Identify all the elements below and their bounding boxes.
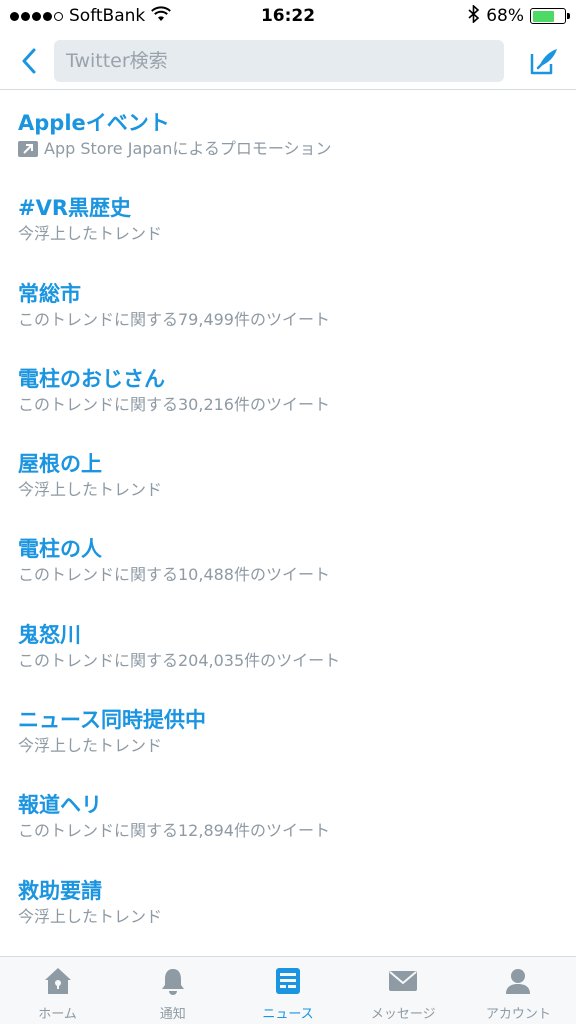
- compose-icon: [530, 48, 557, 74]
- trend-item[interactable]: #VR黒歴史今浮上したトレンド: [0, 176, 576, 261]
- tab-label: ニュース: [262, 1007, 314, 1022]
- battery-fill: [532, 10, 554, 22]
- tab-envelope[interactable]: メッセージ: [346, 957, 461, 1024]
- promoted-label: App Store Japanによるプロモーション: [18, 138, 558, 160]
- tab-label: メッセージ: [370, 1007, 436, 1022]
- trend-title: 救助要請: [18, 878, 102, 903]
- trend-item[interactable]: 救助要請今浮上したトレンド: [0, 859, 576, 944]
- trend-item[interactable]: 屋根の上今浮上したトレンド: [0, 432, 576, 517]
- carrier-label: SoftBank: [69, 6, 146, 26]
- trend-subtitle-text: 今浮上したトレンド: [18, 736, 163, 756]
- signal-strength-icon: [10, 11, 63, 21]
- news-icon: [271, 965, 305, 997]
- tab-news[interactable]: ニュース: [230, 957, 345, 1024]
- trend-subtitle: 今浮上したトレンド: [18, 479, 558, 501]
- trend-item[interactable]: 常総市このトレンドに関する79,499件のツイート: [0, 262, 576, 347]
- trend-subtitle-text: App Store Japanによるプロモーション: [44, 139, 332, 158]
- trend-title: ニュース同時提供中: [18, 708, 206, 733]
- envelope-icon: [386, 965, 420, 997]
- tab-bell[interactable]: 通知: [115, 957, 230, 1024]
- trend-title: 鬼怒川: [18, 622, 81, 647]
- trend-subtitle: このトレンドに関する79,499件のツイート: [18, 309, 558, 331]
- trend-item[interactable]: 報道ヘリこのトレンドに関する12,894件のツイート: [0, 773, 576, 858]
- trend-list: Appleイベント App Store Japanによるプロモーション #VR黒歴史…: [0, 91, 576, 944]
- trend-item[interactable]: 電柱のおじさんこのトレンドに関する30,216件のツイート: [0, 347, 576, 432]
- status-bar: SoftBank 16:22 68%: [0, 0, 576, 32]
- trend-title: 電柱の人: [18, 537, 102, 562]
- compose-tweet-button[interactable]: [524, 41, 564, 81]
- trend-title: 常総市: [18, 281, 81, 306]
- trend-subtitle-text: このトレンドに関する10,488件のツイート: [18, 565, 330, 585]
- tab-home[interactable]: ホーム: [0, 957, 115, 1024]
- back-button[interactable]: [12, 41, 46, 81]
- trend-subtitle-text: このトレンドに関する204,035件のツイート: [18, 650, 341, 670]
- tab-bar: ホーム 通知 ニュース メッセージ アカウント: [0, 956, 576, 1024]
- home-icon: [41, 965, 75, 997]
- tab-label: アカウント: [485, 1007, 551, 1022]
- status-right: 68%: [468, 3, 570, 28]
- trend-subtitle: 今浮上したトレンド: [18, 906, 558, 928]
- trend-subtitle: このトレンドに関する10,488件のツイート: [18, 564, 558, 586]
- trend-subtitle-text: このトレンドに関する30,216件のツイート: [18, 394, 330, 414]
- bluetooth-icon: [468, 3, 480, 28]
- trend-title: 屋根の上: [18, 452, 102, 477]
- wifi-icon: [151, 5, 172, 27]
- trend-title: 報道ヘリ: [18, 793, 102, 818]
- trend-item[interactable]: ニュース同時提供中今浮上したトレンド: [0, 688, 576, 773]
- trend-subtitle-text: 今浮上したトレンド: [18, 906, 163, 926]
- screen: SoftBank 16:22 68% Twitter検索 Appleイベント A…: [0, 0, 576, 1024]
- trend-subtitle-text: 今浮上したトレンド: [18, 224, 163, 244]
- tab-label: 通知: [159, 1007, 186, 1022]
- trend-title: #VR黒歴史: [18, 196, 132, 221]
- trend-subtitle: 今浮上したトレンド: [18, 735, 558, 757]
- trend-subtitle: このトレンドに関する204,035件のツイート: [18, 650, 558, 672]
- trend-subtitle-text: 今浮上したトレンド: [18, 480, 163, 500]
- trend-item[interactable]: 鬼怒川このトレンドに関する204,035件のツイート: [0, 603, 576, 688]
- chevron-left-icon: [22, 48, 36, 73]
- trend-subtitle-text: このトレンドに関する79,499件のツイート: [18, 309, 330, 329]
- promoted-icon: [18, 141, 38, 157]
- trend-subtitle: このトレンドに関する12,894件のツイート: [18, 820, 558, 842]
- battery-icon: [530, 8, 570, 24]
- status-left: SoftBank: [10, 5, 172, 27]
- battery-percent: 68%: [486, 6, 524, 26]
- nav-bar: [0, 32, 576, 90]
- trend-subtitle: このトレンドに関する30,216件のツイート: [18, 394, 558, 416]
- tab-label: ホーム: [38, 1007, 77, 1022]
- trend-title: 電柱のおじさん: [18, 366, 165, 391]
- trend-title: Appleイベント: [18, 111, 170, 135]
- search-input[interactable]: [54, 39, 504, 82]
- bell-icon: [156, 965, 190, 997]
- trend-subtitle: 今浮上したトレンド: [18, 223, 558, 245]
- tab-person[interactable]: アカウント: [461, 957, 576, 1024]
- person-icon: [501, 965, 535, 997]
- trend-item[interactable]: Appleイベント App Store Japanによるプロモーション: [0, 91, 576, 176]
- trend-subtitle-text: このトレンドに関する12,894件のツイート: [18, 821, 330, 841]
- trend-item[interactable]: 電柱の人このトレンドに関する10,488件のツイート: [0, 517, 576, 602]
